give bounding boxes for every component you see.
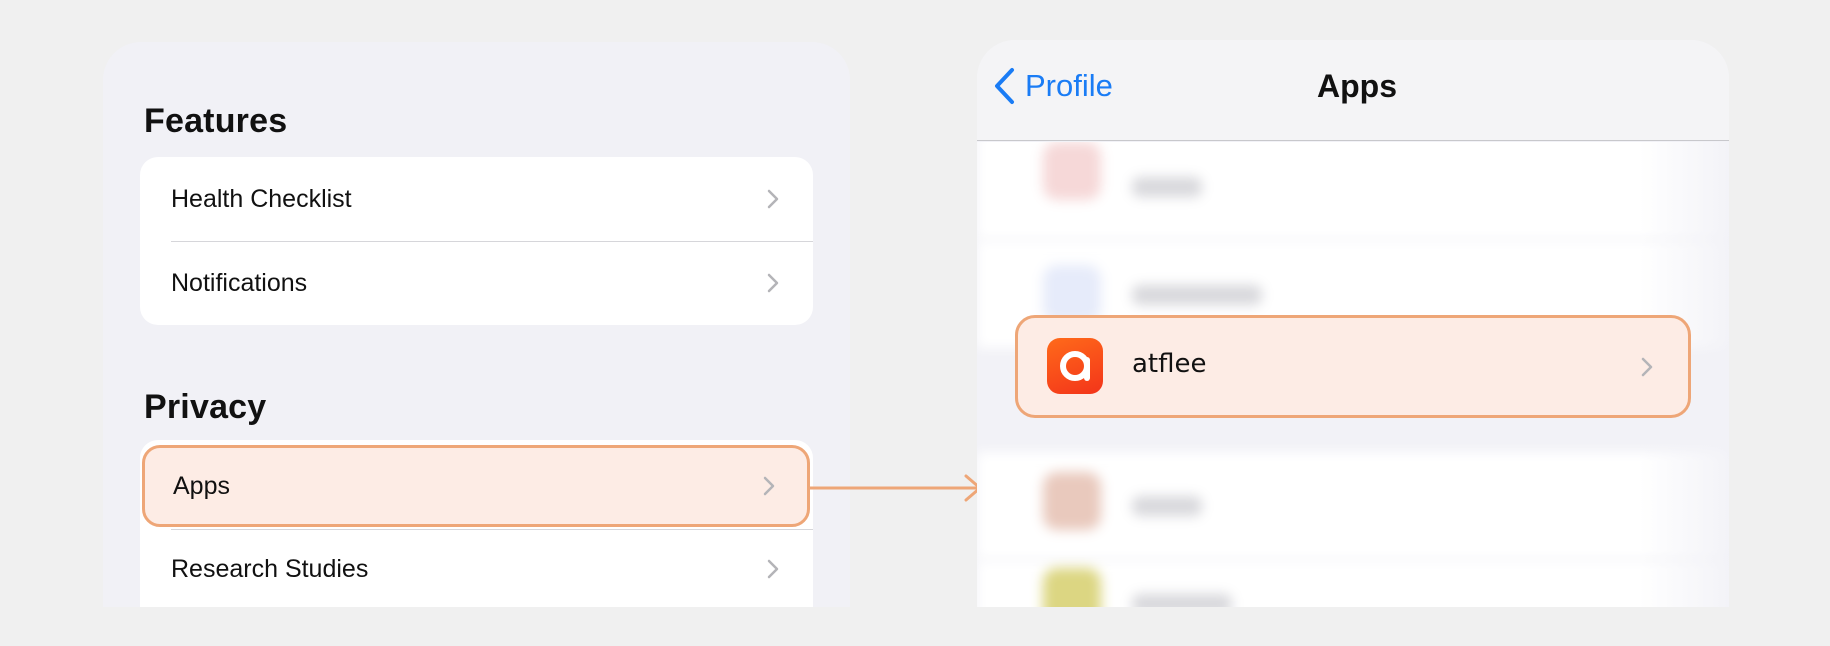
app-icon [1043, 142, 1101, 200]
chevron-right-icon [767, 273, 779, 293]
app-icon [1043, 472, 1101, 530]
navigation-bar: Profile Apps [977, 40, 1729, 141]
health-settings-panel: Features Health Checklist Notifications … [103, 42, 850, 607]
notifications-row[interactable]: Notifications [140, 241, 813, 325]
connector-arrow-icon [808, 474, 982, 502]
chevron-right-icon [767, 559, 779, 579]
app-name-placeholder [1132, 594, 1232, 607]
apps-label: Apps [173, 471, 230, 500]
list-item [977, 452, 1729, 560]
chevron-right-icon [1641, 357, 1653, 376]
app-name-placeholder [1132, 496, 1202, 516]
notifications-label: Notifications [171, 268, 308, 297]
list-item [977, 142, 1729, 240]
list-item [977, 560, 1729, 607]
comparison-illustration: Features Health Checklist Notifications … [0, 0, 1830, 646]
apps-row-highlighted[interactable]: Apps [142, 445, 810, 527]
health-checklist-row[interactable]: Health Checklist [140, 157, 813, 241]
research-studies-row[interactable]: Research Studies [140, 527, 813, 607]
atflee-logo-icon [1060, 351, 1090, 381]
app-icon [1043, 568, 1101, 607]
atflee-app-row[interactable]: atflee [1015, 315, 1691, 418]
atflee-app-name: atflee [1132, 349, 1207, 379]
privacy-heading: Privacy [144, 388, 267, 426]
app-name-placeholder [1132, 285, 1262, 305]
research-studies-label: Research Studies [171, 554, 369, 583]
app-name-placeholder [1132, 177, 1202, 197]
atflee-app-icon [1047, 338, 1103, 394]
chevron-right-icon [767, 189, 779, 209]
features-group: Health Checklist Notifications [140, 157, 813, 325]
chevron-right-icon [763, 476, 775, 496]
health-checklist-label: Health Checklist [171, 184, 352, 213]
page-title: Apps [1317, 68, 1397, 104]
features-heading: Features [144, 102, 288, 140]
